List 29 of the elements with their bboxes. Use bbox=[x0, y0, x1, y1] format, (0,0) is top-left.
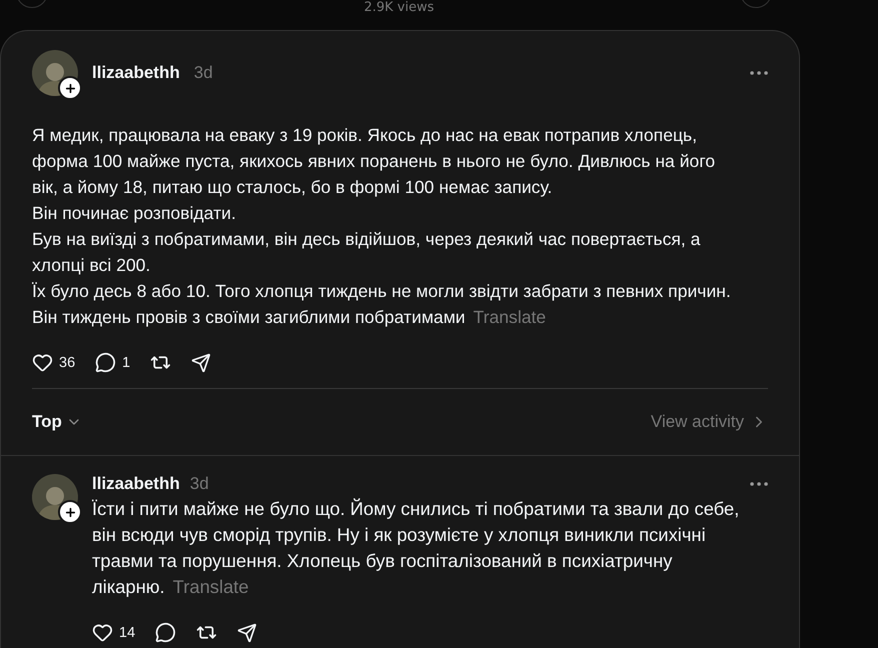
translate-link[interactable]: Translate bbox=[473, 307, 546, 327]
more-icon bbox=[750, 71, 768, 75]
paper-plane-icon bbox=[191, 352, 212, 372]
speech-bubble-icon bbox=[155, 622, 176, 643]
heart-icon bbox=[32, 352, 53, 373]
reply-button[interactable]: 1 bbox=[95, 352, 130, 373]
username[interactable]: llizaabethh bbox=[92, 63, 180, 83]
plus-icon bbox=[64, 506, 76, 518]
paper-plane-icon bbox=[237, 622, 258, 642]
sort-dropdown[interactable]: Top bbox=[32, 412, 82, 432]
more-button[interactable] bbox=[750, 71, 768, 75]
like-button[interactable]: 36 bbox=[32, 352, 76, 373]
share-button[interactable] bbox=[237, 622, 258, 642]
view-count: 2.9K views bbox=[364, 1, 434, 15]
more-button[interactable] bbox=[750, 482, 768, 486]
speech-bubble-icon bbox=[95, 352, 116, 373]
more-icon bbox=[750, 482, 768, 486]
reply-text: Їсти і пити майже не було що. Йому снились ті побратими та звали до себе, він всюди чув сморід трупів. Ну і як розумієте у хлопця виникли психічні травми та порушення. Хлопець був госпіталізований в психіатричну лікарню. Translate bbox=[92, 497, 740, 599]
post-time: 3d bbox=[190, 474, 209, 494]
like-button[interactable]: 14 bbox=[92, 622, 136, 643]
share-button[interactable] bbox=[191, 352, 212, 372]
view-activity-link[interactable]: View activity bbox=[650, 412, 768, 432]
reply-button[interactable] bbox=[155, 622, 176, 643]
post-text: Я медик, працювала на еваку з 19 років. Якось до нас на евак потрапив хлопець, форма 100 майже пуста, якихось явних поранень в нього не було. Дивлюсь на його вік, а йому 18, питаю що сталось, бо в формі 100 немає запису. Він починає розповідати. Був на виїзді з побратимами, він десь відійшов, через деякий час повертається, а хлопці всі 200. Їх було десь 8 або 10. Того хлопця тиждень не могли звідти забрати з певних причин. Він тиждень провів з своїми загиблими побратимами Translate bbox=[32, 124, 732, 329]
username[interactable]: llizaabethh bbox=[92, 474, 180, 494]
heart-icon bbox=[92, 622, 113, 643]
plus-icon bbox=[64, 82, 76, 94]
translate-link[interactable]: Translate bbox=[172, 576, 249, 597]
post-time: 3d bbox=[194, 63, 213, 83]
